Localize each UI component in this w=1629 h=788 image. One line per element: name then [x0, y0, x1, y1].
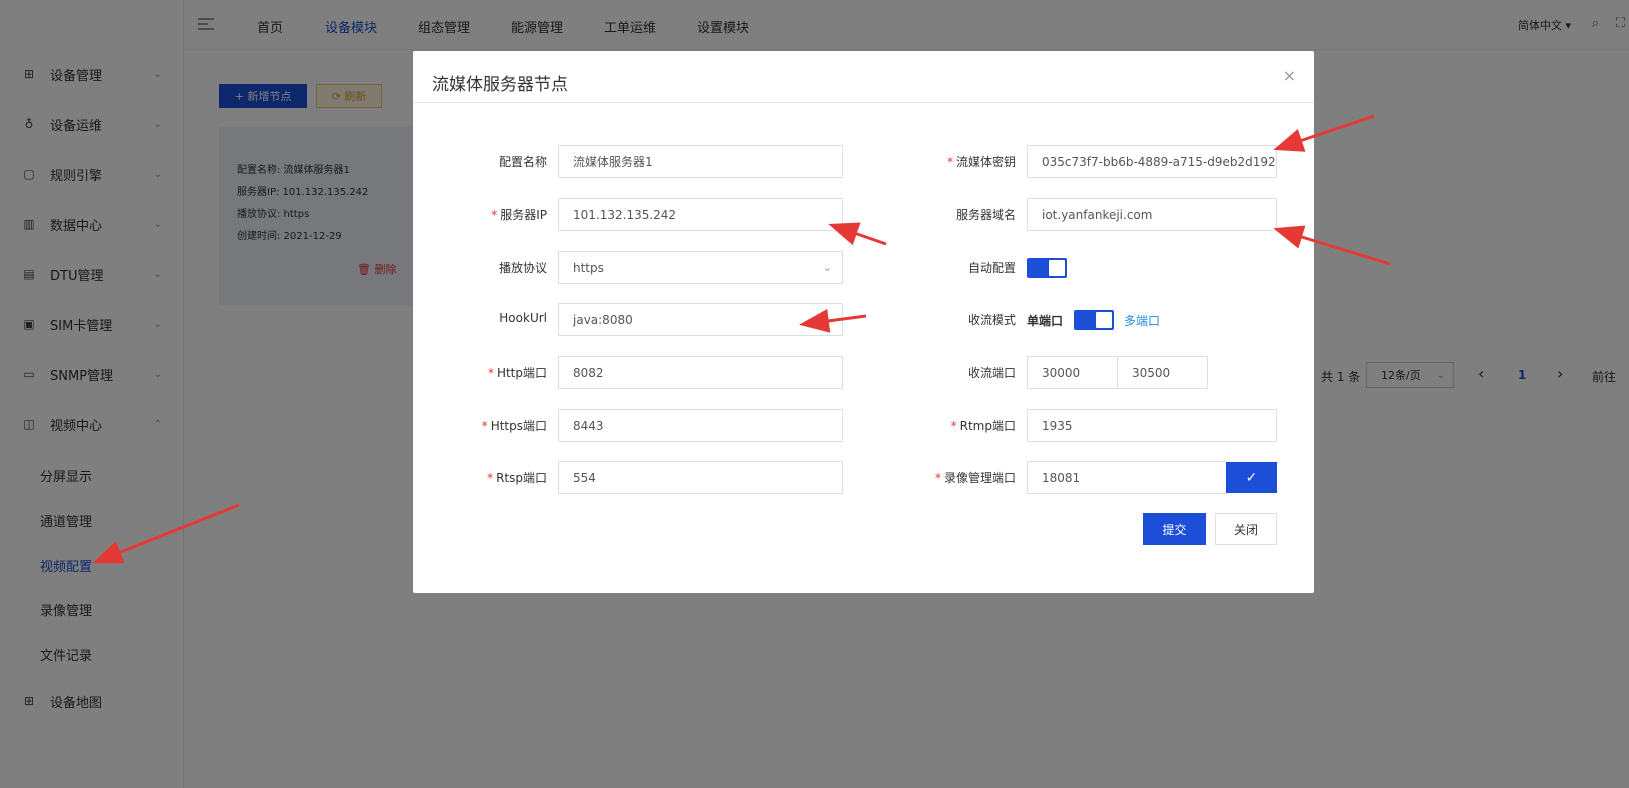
multi-port-label: 多端口	[1124, 314, 1161, 328]
label-text: Https端口	[490, 419, 547, 433]
dialog-title: 流媒体服务器节点	[432, 75, 568, 95]
check-icon: ✓	[1245, 469, 1258, 486]
label-text: 流媒体密钥	[955, 155, 1016, 169]
label-rtmp-port: * Rtmp端口	[833, 417, 1016, 434]
label-http-port: * Http端口	[413, 364, 547, 381]
http-port-input[interactable]: 8082	[558, 356, 843, 389]
https-port-input[interactable]: 8443	[558, 409, 843, 442]
label-text: 服务器IP	[500, 208, 547, 222]
required-mark: *	[950, 419, 957, 433]
label-text: 服务器域名	[955, 208, 1016, 222]
label-text: Rtsp端口	[496, 471, 547, 485]
play-protocol-select[interactable]: https ⌄	[558, 251, 843, 284]
label-text: 自动配置	[967, 261, 1016, 275]
label-server-ip: * 服务器IP	[413, 206, 547, 223]
label-text: 收流模式	[967, 313, 1016, 327]
rtsp-port-input[interactable]: 554	[558, 461, 843, 494]
label-stream-mode: 收流模式	[833, 311, 1016, 328]
record-port-input[interactable]: 18081	[1027, 461, 1227, 494]
label-stream-ports: 收流端口	[833, 364, 1016, 381]
label-text: Rtmp端口	[959, 419, 1016, 433]
select-value: https	[573, 260, 604, 275]
stream-port-to-input[interactable]: 30500	[1117, 356, 1208, 389]
stream-server-dialog: 流媒体服务器节点 × 配置名称 流媒体服务器1 * 服务器IP 101.132.1…	[413, 51, 1314, 593]
label-text: HookUrl	[499, 311, 547, 325]
app-root: ⊞ 设备管理 ⌄ ♁ 设备运维 ⌄ ▢ 规则引擎 ⌄ ▥ 数据中心 ⌄ ▤ DT…	[0, 0, 1629, 788]
stream-mode-toggle[interactable]	[1074, 310, 1114, 330]
label-record-port: * 录像管理端口	[833, 469, 1016, 486]
stream-secret-input[interactable]: 035c73f7-bb6b-4889-a715-d9eb2d192x	[1027, 145, 1277, 178]
label-text: 播放协议	[498, 261, 547, 275]
close-icon[interactable]: ×	[1283, 66, 1296, 85]
required-mark: *	[946, 155, 953, 169]
stream-port-from-input[interactable]: 30000	[1027, 356, 1118, 389]
label-text: 配置名称	[498, 155, 547, 169]
label-config-name: 配置名称	[413, 153, 547, 170]
single-port-label: 单端口	[1027, 314, 1064, 328]
rtmp-port-input[interactable]: 1935	[1027, 409, 1277, 442]
required-mark: *	[491, 208, 498, 222]
chevron-down-icon: ⌄	[822, 261, 832, 274]
label-https-port: * Https端口	[413, 417, 547, 434]
server-domain-input[interactable]: iot.yanfankeji.com	[1027, 198, 1277, 231]
toggle-knob	[1096, 312, 1112, 328]
label-stream-secret: * 流媒体密钥	[833, 153, 1016, 170]
label-hookurl: HookUrl	[413, 311, 547, 325]
label-auto-config: 自动配置	[833, 259, 1016, 276]
required-mark: *	[934, 471, 941, 485]
toggle-knob	[1049, 260, 1065, 276]
label-server-domain: 服务器域名	[833, 206, 1016, 223]
required-mark: *	[487, 471, 494, 485]
required-mark: *	[487, 366, 494, 380]
server-ip-input[interactable]: 101.132.135.242	[558, 198, 843, 231]
config-name-input[interactable]: 流媒体服务器1	[558, 145, 843, 178]
dialog-divider	[413, 102, 1314, 103]
label-play-protocol: 播放协议	[413, 259, 547, 276]
label-text: 收流端口	[967, 366, 1016, 380]
label-text: Http端口	[496, 366, 547, 380]
check-button[interactable]: ✓	[1226, 462, 1277, 493]
cancel-button[interactable]: 关闭	[1215, 513, 1277, 545]
required-mark: *	[481, 419, 488, 433]
label-rtsp-port: * Rtsp端口	[413, 469, 547, 486]
label-text: 录像管理端口	[943, 471, 1016, 485]
hookurl-input[interactable]: java:8080	[558, 303, 843, 336]
submit-button[interactable]: 提交	[1143, 513, 1206, 545]
auto-config-toggle[interactable]	[1027, 258, 1067, 278]
